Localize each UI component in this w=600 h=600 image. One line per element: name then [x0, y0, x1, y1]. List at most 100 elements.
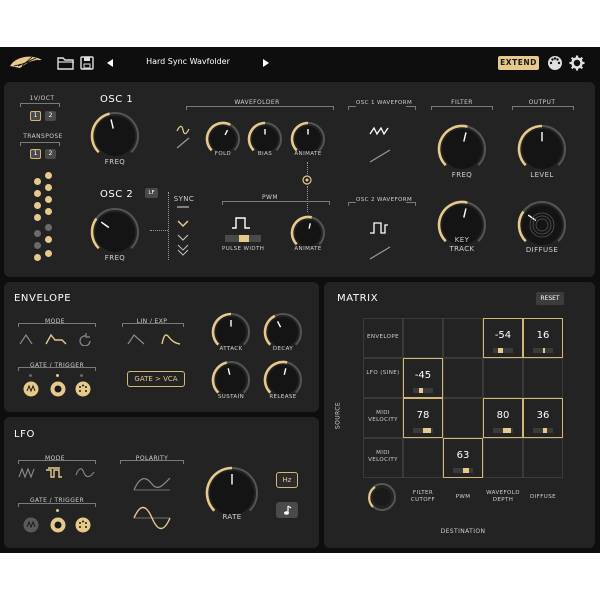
matrix-cell[interactable]	[483, 438, 523, 478]
diffuse-label: DIFFUSE	[525, 246, 559, 254]
pwm-label: PWM	[262, 194, 278, 201]
matrix-amount-knob[interactable]	[365, 480, 399, 514]
matrix-cell-active[interactable]: -45	[403, 358, 443, 398]
animate-2-label: ANIMATE	[294, 246, 322, 252]
voice-dot	[45, 224, 52, 231]
matrix-cell-value: -54	[494, 330, 512, 341]
folder-icon[interactable]	[57, 56, 75, 70]
osc2-waveform-icon[interactable]	[368, 221, 394, 261]
save-icon[interactable]	[80, 56, 94, 70]
voice-dot	[34, 202, 41, 209]
voice-dot	[34, 190, 41, 197]
osc1-waveform-icon[interactable]	[368, 124, 394, 164]
animate-1-label: ANIMATE	[294, 151, 322, 157]
matrix-cell[interactable]	[443, 318, 483, 358]
env-gate-sources-icon[interactable]	[22, 380, 94, 398]
matrix-cell[interactable]	[483, 358, 523, 398]
decay-label: DECAY	[272, 346, 294, 352]
bias-label: BIAS	[257, 151, 273, 157]
lin-exp-bracket	[122, 323, 184, 327]
level-knob[interactable]	[516, 123, 568, 175]
matrix-row-header	[363, 438, 403, 478]
matrix-cell[interactable]	[523, 438, 563, 478]
v-oct-label: 1V/OCT	[29, 95, 55, 102]
matrix-reset-button[interactable]: RESET	[536, 292, 564, 305]
matrix-cell[interactable]	[523, 358, 563, 398]
transpose-option-1[interactable]: 1	[30, 149, 41, 159]
matrix-cell-active[interactable]: 16	[523, 318, 563, 358]
matrix-row-header	[363, 318, 403, 358]
matrix-amount-bar	[453, 468, 473, 473]
prev-arrow-icon[interactable]	[106, 59, 114, 67]
key-track-label: KEY TRACK	[449, 236, 475, 253]
matrix-cell[interactable]	[403, 318, 443, 358]
lf-button[interactable]: LF	[145, 188, 158, 198]
filter-freq-knob[interactable]	[436, 123, 488, 175]
extend-button[interactable]: EXTEND	[498, 56, 539, 70]
sync-label: SYNC	[173, 195, 195, 203]
env-mode-options-icon[interactable]	[18, 332, 96, 346]
level-label: LEVEL	[530, 171, 554, 179]
lfo-gate-trigger-bracket	[18, 503, 96, 507]
matrix-row-header	[363, 358, 403, 398]
link-line-bottom	[307, 186, 308, 212]
pulse-shape-icon	[232, 217, 250, 229]
voice-dot	[45, 236, 52, 243]
gate-vca-button[interactable]: GATE > VCA	[127, 371, 185, 387]
fold-shape-icon	[176, 125, 190, 149]
matrix-cell-value: 36	[536, 410, 550, 421]
gear-icon[interactable]	[569, 55, 585, 71]
matrix-amount-fill	[423, 428, 431, 433]
sync-note-button[interactable]	[276, 502, 298, 518]
lfo-gate-led	[56, 509, 59, 512]
matrix-cell[interactable]	[443, 358, 483, 398]
link-line-top	[307, 162, 308, 174]
matrix-cell-active[interactable]: 80	[483, 398, 523, 438]
hz-button[interactable]: Hz	[276, 472, 298, 488]
lin-exp-options-icon[interactable]	[126, 332, 184, 346]
lfo-mode-bracket	[18, 460, 96, 464]
preset-name[interactable]: Hard Sync Wavfolder	[128, 57, 248, 66]
sustain-label: SUSTAIN	[217, 394, 245, 400]
osc1-freq-knob[interactable]	[89, 110, 141, 162]
next-arrow-icon[interactable]	[262, 59, 270, 67]
matrix-cell-value: 78	[416, 410, 430, 421]
matrix-cell[interactable]	[403, 438, 443, 478]
lfo-rate-label: RATE	[222, 513, 242, 521]
osc2-freq-label: FREQ	[104, 254, 126, 262]
lfo-mode-options-icon[interactable]	[18, 466, 96, 480]
osc2-freq-knob[interactable]	[89, 206, 141, 258]
voice-dot	[34, 230, 41, 237]
pulse-width-label: PULSE WIDTH	[222, 246, 265, 252]
destination-axis-label: DESTINATION	[440, 528, 486, 535]
matrix-cell-active[interactable]: -54	[483, 318, 523, 358]
v-oct-option-1[interactable]: 1	[30, 111, 41, 121]
matrix-cell-active[interactable]: 36	[523, 398, 563, 438]
matrix-grid: ENVELOPE LFO (SINE) MIDI VELOCITY MIDI V…	[363, 318, 563, 518]
envelope-title: ENVELOPE	[14, 293, 72, 304]
lfo-gate-sources-icon[interactable]	[22, 516, 94, 534]
sync-options-icon[interactable]	[176, 205, 190, 259]
matrix-cell[interactable]	[443, 398, 483, 438]
matrix-cell-active[interactable]: 78	[403, 398, 443, 438]
matrix-cell-active[interactable]: 63	[443, 438, 483, 478]
env-gate-led	[80, 374, 83, 377]
matrix-amount-bar	[413, 388, 433, 393]
matrix-cell-value: -45	[414, 370, 432, 381]
polarity-options-icon[interactable]	[132, 474, 172, 530]
matrix-amount-bar	[533, 428, 553, 433]
matrix-title: MATRIX	[337, 293, 379, 304]
release-label: RELEASE	[269, 394, 297, 400]
matrix-destination-label: WAVEFOLD DEPTH	[486, 490, 520, 503]
link-icon[interactable]	[302, 175, 312, 185]
attack-label: ATTACK	[219, 346, 243, 352]
shell-logo-icon	[10, 56, 42, 68]
matrix-amount-fill	[497, 348, 503, 353]
pulse-width-slider[interactable]	[225, 235, 261, 242]
transpose-option-2[interactable]: 2	[45, 149, 56, 159]
v-oct-option-2[interactable]: 2	[45, 111, 56, 121]
midi-icon[interactable]	[547, 55, 563, 71]
sync-line	[168, 192, 169, 260]
pulse-width-handle[interactable]	[239, 235, 249, 242]
matrix-destination-label: DIFFUSE	[530, 494, 556, 500]
